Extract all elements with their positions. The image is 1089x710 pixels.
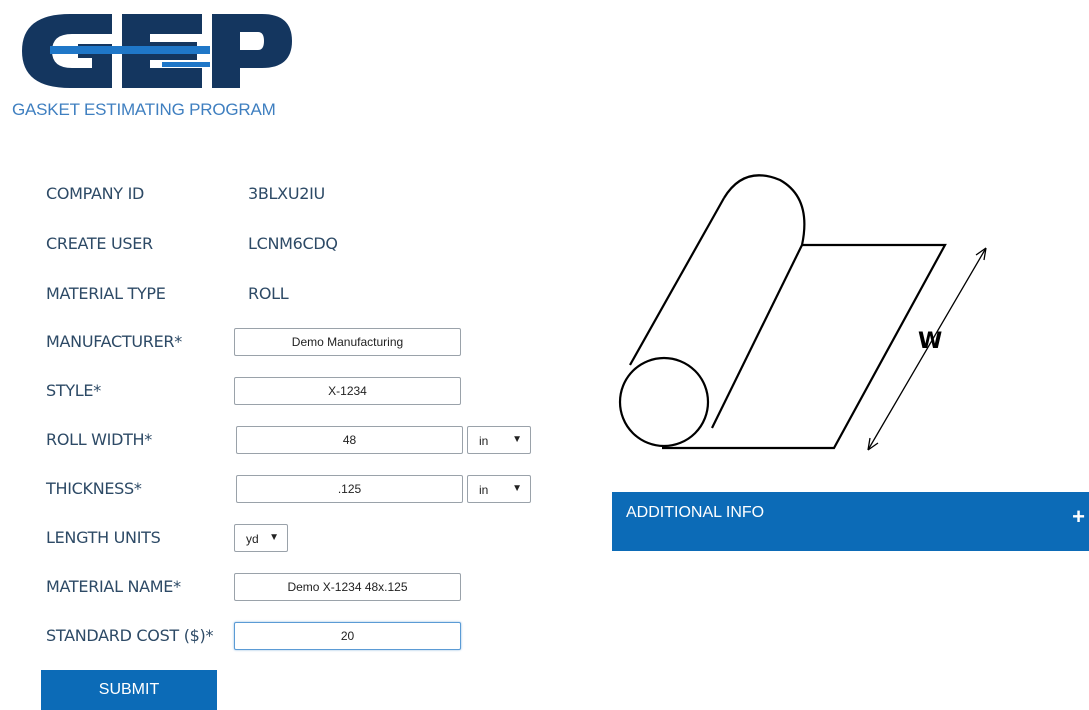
thickness-unit-select[interactable]: in ▼	[467, 475, 531, 503]
standard-cost-label: STANDARD COST ($)*	[46, 626, 214, 645]
company-id-label: COMPANY ID	[46, 184, 145, 203]
expand-plus-icon[interactable]: +	[1072, 506, 1085, 528]
roll-width-unit-select[interactable]: in ▼	[467, 426, 531, 454]
material-name-label: MATERIAL NAME*	[46, 577, 181, 596]
material-type-label: MATERIAL TYPE	[46, 284, 166, 303]
width-label: W	[918, 329, 942, 354]
logo-subtitle: GASKET ESTIMATING PROGRAM	[12, 100, 276, 119]
standard-cost-input[interactable]	[234, 622, 461, 650]
roll-diagram: W	[618, 174, 987, 451]
chevron-down-icon: ▼	[269, 532, 279, 543]
company-id-value: 3BLXU2IU	[248, 184, 325, 203]
material-name-input[interactable]	[234, 573, 461, 601]
create-user-label: CREATE USER	[46, 234, 153, 253]
additional-info-panel[interactable]: ADDITIONAL INFO +	[612, 492, 1089, 551]
style-label: STYLE*	[46, 381, 101, 400]
roll-width-label: ROLL WIDTH*	[46, 430, 152, 449]
roll-width-unit-value: in	[479, 434, 489, 448]
chevron-down-icon: ▼	[512, 434, 522, 445]
roll-width-input[interactable]	[236, 426, 463, 454]
chevron-down-icon: ▼	[512, 483, 522, 494]
thickness-label: THICKNESS*	[46, 479, 142, 498]
length-units-select[interactable]: yd ▼	[234, 524, 288, 552]
manufacturer-input[interactable]	[234, 328, 461, 356]
additional-info-title: ADDITIONAL INFO	[626, 504, 765, 521]
submit-button[interactable]: SUBMIT	[41, 670, 217, 710]
create-user-value: LCNM6CDQ	[248, 234, 338, 253]
thickness-unit-value: in	[479, 483, 489, 497]
length-units-value: yd	[246, 532, 259, 546]
material-type-value: ROLL	[248, 284, 289, 303]
style-input[interactable]	[234, 377, 461, 405]
thickness-input[interactable]	[236, 475, 463, 503]
manufacturer-label: MANUFACTURER*	[46, 332, 182, 351]
length-units-label: LENGTH UNITS	[46, 528, 161, 547]
